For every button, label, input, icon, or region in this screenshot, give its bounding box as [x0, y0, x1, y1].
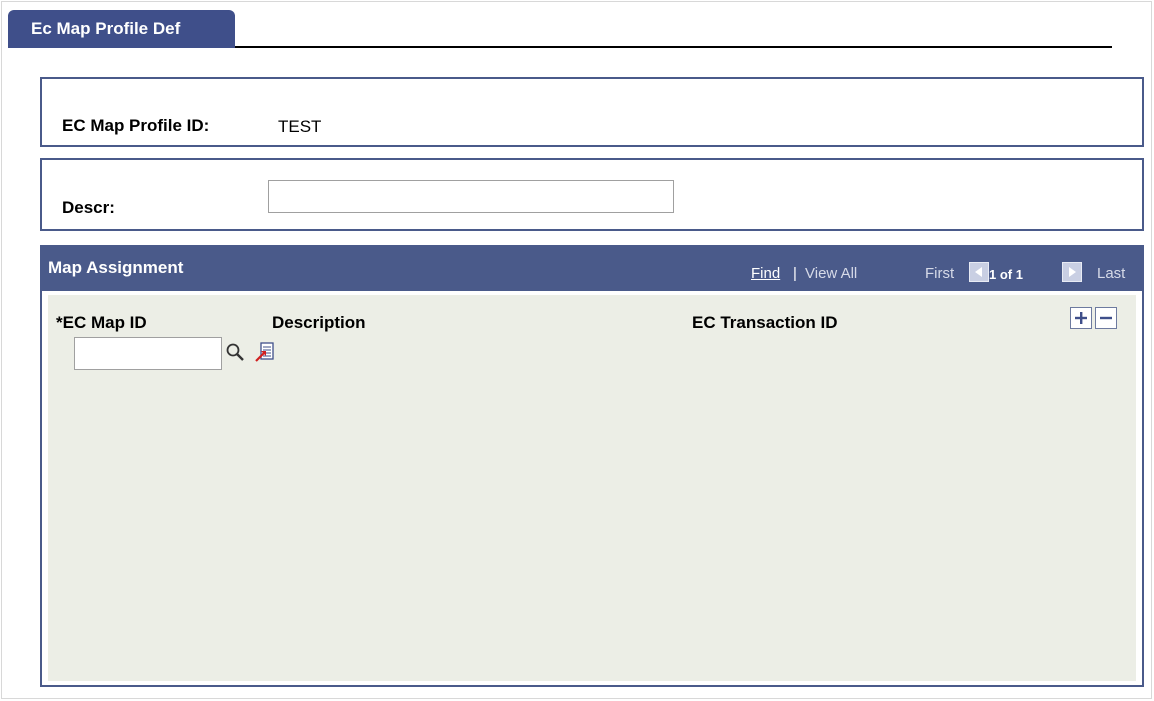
- col-header-transaction-id: EC Transaction ID: [692, 313, 838, 332]
- descr-label: Descr:: [62, 198, 115, 217]
- magnifier-icon[interactable]: [225, 342, 245, 362]
- ec-map-id-input[interactable]: [74, 337, 222, 370]
- tab-underline: [8, 46, 235, 48]
- plus-icon: [1075, 312, 1087, 324]
- view-all-link: View All: [805, 265, 858, 282]
- grid-header: Map Assignment Find | View All First 1 o…: [42, 247, 1142, 291]
- arrow-left-icon: [969, 262, 989, 282]
- grid-body: *EC Map ID Description EC Transaction ID: [48, 295, 1136, 681]
- tab-ec-map-profile-def[interactable]: Ec Map Profile Def: [8, 10, 235, 47]
- tab-divider: [235, 46, 1112, 48]
- col-header-map-id: *EC Map ID: [56, 313, 147, 332]
- tab-label: Ec Map Profile Def: [31, 19, 181, 38]
- profile-id-section: [40, 77, 1144, 147]
- arrow-right-icon: [1062, 262, 1082, 282]
- descr-input[interactable]: [268, 180, 674, 213]
- delete-row-button[interactable]: [1095, 307, 1117, 329]
- profile-id-label: EC Map Profile ID:: [62, 116, 210, 135]
- col-header-description: Description: [272, 313, 366, 332]
- detail-page-icon[interactable]: [254, 341, 276, 363]
- first-link: First: [925, 265, 955, 282]
- last-link: Last: [1097, 265, 1126, 282]
- add-row-button[interactable]: [1070, 307, 1092, 329]
- profile-id-value: TEST: [278, 117, 322, 136]
- find-link[interactable]: Find: [751, 265, 780, 282]
- minus-icon: [1100, 316, 1112, 320]
- nav-separator: |: [793, 265, 797, 282]
- row-count: 1 of 1: [989, 267, 1023, 282]
- map-assignment-grid: Map Assignment Find | View All First 1 o…: [40, 245, 1144, 687]
- grid-title: Map Assignment: [48, 258, 184, 277]
